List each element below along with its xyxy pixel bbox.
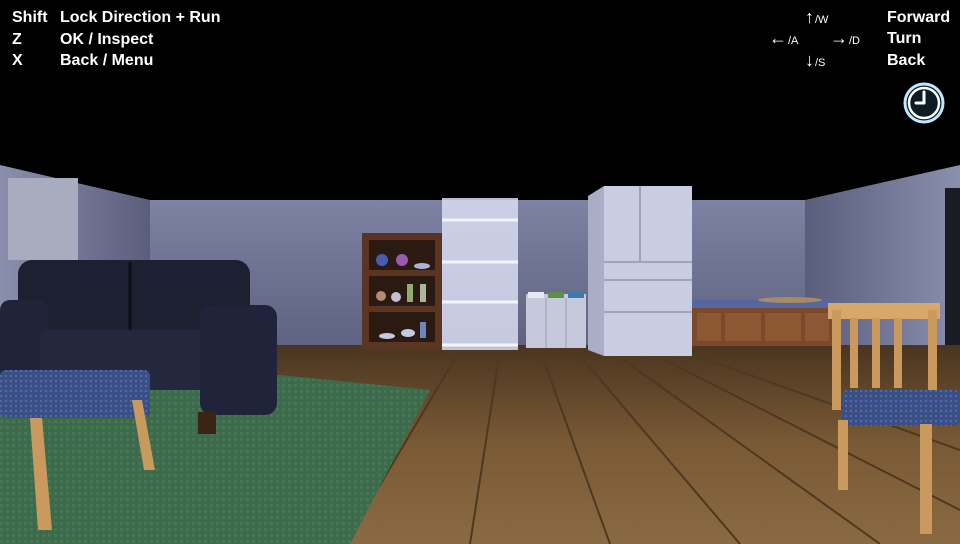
wooden-shelf bbox=[362, 233, 442, 350]
action-label: OK / Inspect bbox=[60, 30, 154, 48]
kitchen-counter bbox=[692, 297, 832, 346]
controls-help-right: ↑ /W ← /A → /D ↓ /S Forward Turn Back bbox=[760, 7, 955, 73]
right-arrow-icon: → /D bbox=[830, 28, 860, 48]
action-label: Lock Direction + Run bbox=[60, 9, 221, 26]
turn-label: Turn bbox=[887, 30, 922, 47]
clock-icon[interactable] bbox=[903, 82, 945, 124]
forward-label: Forward bbox=[887, 9, 951, 26]
white-rack bbox=[442, 198, 518, 350]
game-scene bbox=[0, 165, 960, 544]
control-row-shift: Shift Lock Direction + Run bbox=[12, 7, 220, 29]
back-label: Back bbox=[887, 52, 926, 69]
doorway bbox=[945, 188, 960, 348]
key-label: X bbox=[12, 52, 23, 69]
controls-help-left: Shift Lock Direction + Run Z OK / Inspec… bbox=[12, 7, 220, 72]
refrigerator bbox=[588, 186, 692, 356]
recycle-bins bbox=[526, 292, 586, 348]
control-row-x: X Back / Menu bbox=[12, 50, 220, 72]
key-label: Z bbox=[12, 30, 22, 48]
action-label: Back / Menu bbox=[60, 52, 154, 69]
window bbox=[8, 178, 78, 260]
left-arrow-icon: ← /A bbox=[769, 28, 799, 48]
down-arrow-icon: ↓ /S bbox=[805, 50, 826, 70]
key-label: Shift bbox=[12, 9, 48, 26]
up-arrow-icon: ↑ /W bbox=[805, 7, 829, 27]
control-row-z: Z OK / Inspect bbox=[12, 29, 220, 51]
